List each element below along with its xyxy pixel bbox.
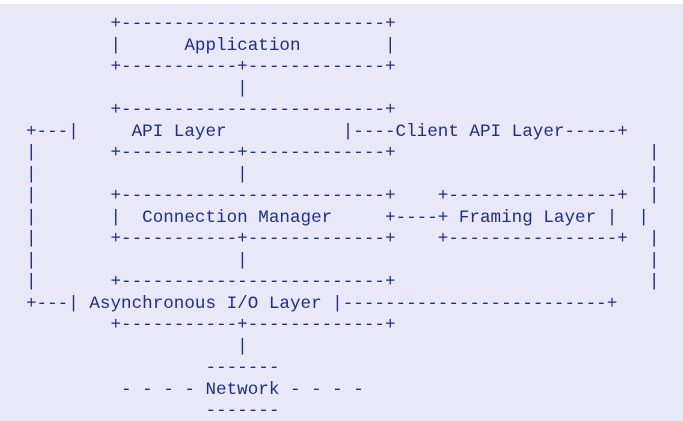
diagram-line-14: +---| Asynchronous I/O Layer |----------… (26, 294, 618, 314)
diagram-line-12: | | | (26, 251, 660, 271)
diagram-line-10: | | Connection Manager +----+ Framing La… (26, 208, 649, 228)
diagram-panel: +-------------------------+ | Applicatio… (0, 4, 683, 421)
diagram-line-4: | (26, 79, 248, 99)
diagram-line-19: ------- (26, 401, 280, 421)
diagram-line-3: +-----------+-------------+ (26, 57, 396, 77)
diagram-line-15: +-----------+-------------+ (26, 315, 396, 335)
diagram-line-7: | +-----------+-------------+ | (26, 143, 660, 163)
diagram-line-1: +-------------------------+ (26, 14, 396, 34)
page: +-------------------------+ | Applicatio… (0, 0, 683, 421)
diagram-line-17: ------- (26, 358, 280, 378)
diagram-line-5: +-------------------------+ (26, 100, 396, 120)
diagram-line-6: +---| API Layer |----Client API Layer---… (26, 122, 628, 142)
diagram-line-9: | +-------------------------+ +---------… (26, 186, 660, 206)
diagram-line-18: - - - - Network - - - - (26, 380, 364, 400)
diagram-line-13: | +-------------------------+ | (26, 272, 660, 292)
diagram-line-8: | | | (26, 165, 660, 185)
diagram-line-11: | +-----------+-------------+ +---------… (26, 229, 660, 249)
diagram-line-16: | (26, 337, 248, 357)
diagram-line-2: | Application | (26, 36, 396, 56)
